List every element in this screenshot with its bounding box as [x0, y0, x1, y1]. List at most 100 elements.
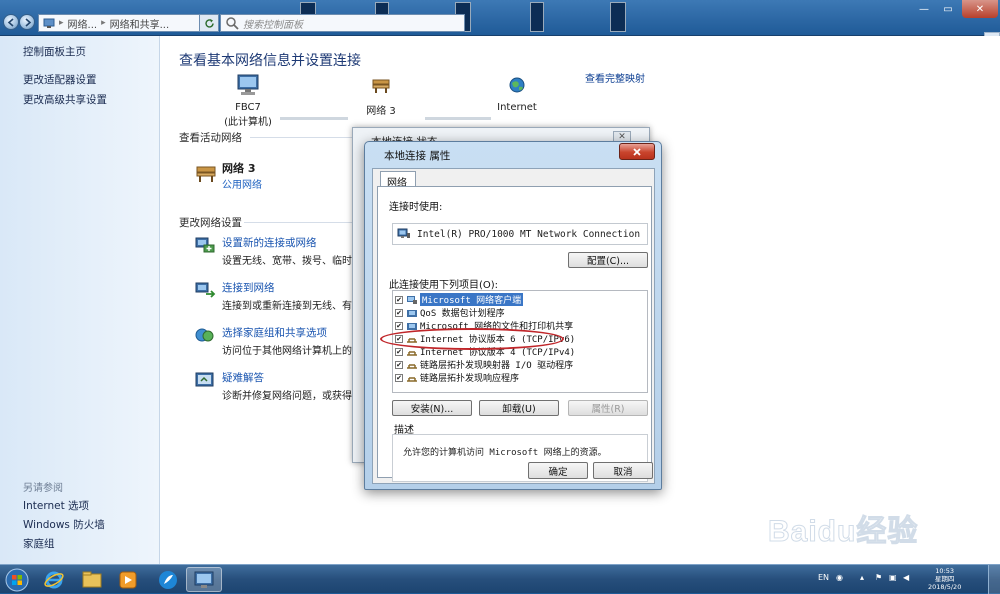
item-label: Microsoft 网络客户端 [420, 293, 524, 306]
uninstall-button[interactable]: 卸载(U) [479, 400, 559, 416]
taskbar-internet-explorer[interactable] [36, 567, 72, 592]
active-networks-heading: 查看活动网络 [179, 132, 242, 144]
item-checkbox[interactable]: ✔ [395, 295, 403, 304]
internet-options-link[interactable]: Internet 选项 [23, 498, 89, 513]
homegroup-sharing-link[interactable]: 选择家庭组和共享选项 [222, 325, 327, 340]
see-also-heading: 另请参阅 [23, 483, 63, 494]
taskbar: EN ◉ ▴ ⚑ ▣ ◀ 10:53 星期四 2018/5/20 [0, 564, 1000, 594]
list-item[interactable]: ✔ Microsoft 网络客户端 [395, 293, 645, 306]
ipv4-highlight-oval [380, 328, 564, 350]
map-node-internet[interactable]: Internet [477, 74, 557, 113]
change-adapter-settings-link[interactable]: 更改适配器设置 [23, 72, 97, 87]
back-arrow-icon [7, 18, 14, 27]
network-tray-icon[interactable]: ▣ [889, 573, 897, 582]
list-item[interactable]: ✔ 链路层拓扑发现响应程序 [395, 371, 645, 384]
setup-connection-link[interactable]: 设置新的连接或网络 [222, 235, 317, 250]
homegroup-link[interactable]: 家庭组 [23, 536, 55, 551]
forward-arrow-icon [25, 18, 32, 27]
tray-expand-icon[interactable]: ▴ [860, 573, 864, 582]
close-button[interactable]: ✕ [962, 0, 998, 18]
back-button[interactable] [3, 14, 19, 30]
maximize-icon: ▭ [943, 3, 953, 15]
internet-explorer-icon [44, 571, 64, 588]
breadcrumb-item[interactable]: 网络... [68, 16, 98, 31]
search-placeholder: 搜索控制面板 [243, 19, 303, 31]
ok-button[interactable]: 确定 [528, 462, 588, 479]
taskbar-app[interactable] [150, 567, 186, 592]
troubleshoot-link[interactable]: 疑难解答 [222, 370, 264, 385]
breadcrumb-separator: ▸ [59, 18, 64, 28]
control-panel-home-link[interactable]: 控制面板主页 [23, 44, 86, 59]
list-item[interactable]: ✔ QoS 数据包计划程序 [395, 306, 645, 319]
properties-button[interactable]: 属性(R) [568, 400, 648, 416]
clock[interactable]: 10:53 星期四 2018/5/20 [928, 567, 961, 591]
item-checkbox[interactable]: ✔ [395, 308, 403, 317]
tray-help-icon[interactable]: ◉ [836, 573, 843, 582]
map-node-name: FBC7 [235, 102, 261, 113]
globe-icon [509, 77, 525, 93]
breadcrumb-item[interactable]: 网络和共享... [110, 16, 170, 31]
task-description: 访问位于其他网络计算机上的文 [222, 346, 352, 357]
map-node-network[interactable]: 网络 3 [341, 74, 421, 117]
close-icon [633, 147, 641, 156]
network-location-link[interactable]: 公用网络 [222, 176, 262, 191]
cancel-button[interactable]: 取消 [593, 462, 653, 479]
section-divider [250, 137, 352, 138]
adapter-field: Intel(R) PRO/1000 MT Network Connection [392, 223, 648, 245]
breadcrumb[interactable]: ▸ 网络... ▸ 网络和共享... ▼ [38, 14, 218, 32]
item-label: 链路层拓扑发现响应程序 [420, 374, 520, 384]
item-checkbox[interactable]: ✔ [395, 360, 403, 369]
protocol-icon [407, 376, 417, 382]
feather-app-icon [159, 570, 177, 589]
task-description: 设置无线、宽带、拨号、临时或 [222, 256, 352, 267]
see-full-map-link[interactable]: 查看完整映射 [585, 70, 645, 85]
address-bar: ▸ 网络... ▸ 网络和共享... ▼ 搜索控制面板 — ▭ ✕ ? [0, 0, 1000, 52]
page-title: 查看基本网络信息并设置连接 [179, 53, 361, 69]
protocol-icon [407, 350, 417, 356]
left-navigation-pane: 控制面板主页 更改适配器设置 更改高级共享设置 另请参阅 Internet 选项… [0, 36, 160, 564]
map-link-line [280, 117, 348, 120]
list-item[interactable]: ✔ 链路层拓扑发现映射器 I/O 驱动程序 [395, 358, 645, 371]
network-service-icon [407, 309, 417, 317]
install-button[interactable]: 安装(N)... [392, 400, 472, 416]
active-network-name: 网络 3 [222, 162, 256, 175]
language-indicator[interactable]: EN [818, 573, 829, 582]
connect-to-network-link[interactable]: 连接到网络 [222, 280, 275, 295]
windows-firewall-link[interactable]: Windows 防火墙 [23, 517, 105, 532]
minimize-button[interactable]: — [912, 0, 936, 18]
show-desktop-button[interactable] [988, 565, 1000, 594]
configure-button[interactable]: 配置(C)... [568, 252, 648, 268]
taskbar-control-panel[interactable] [186, 567, 222, 592]
volume-icon[interactable]: ◀ [903, 573, 909, 582]
item-checkbox[interactable]: ✔ [395, 321, 403, 330]
taskbar-media-player[interactable] [110, 567, 146, 592]
description-text: 允许您的计算机访问 Microsoft 网络上的资源。 [403, 448, 607, 458]
computer-icon [237, 74, 259, 95]
protocol-icon [407, 363, 417, 369]
items-label: 此连接使用下列项目(O): [389, 280, 499, 291]
close-button[interactable] [619, 143, 655, 160]
maximize-button[interactable]: ▭ [936, 0, 960, 18]
refresh-icon [204, 18, 214, 28]
network-folder-icon [43, 18, 55, 28]
adapter-name: Intel(R) PRO/1000 MT Network Connection [417, 228, 641, 240]
breadcrumb-separator: ▸ [101, 18, 106, 28]
search-icon [226, 17, 239, 30]
start-button[interactable] [2, 567, 32, 592]
action-center-flag-icon[interactable]: ⚑ [875, 573, 882, 582]
item-checkbox[interactable]: ✔ [395, 373, 403, 382]
item-checkbox[interactable]: ✔ [395, 347, 403, 356]
dialog-title: 本地连接 属性 [384, 150, 451, 162]
clock-weekday: 星期四 [934, 575, 955, 583]
network-client-icon [407, 295, 417, 304]
search-box[interactable]: 搜索控制面板 [220, 14, 465, 32]
map-node-name: Internet [497, 102, 537, 113]
background-tile [610, 2, 626, 32]
tab-networking[interactable]: 网络 [380, 171, 416, 189]
change-advanced-sharing-link[interactable]: 更改高级共享设置 [23, 92, 107, 107]
forward-button[interactable] [19, 14, 35, 30]
taskbar-explorer[interactable] [74, 567, 110, 592]
new-connection-icon [195, 237, 215, 253]
refresh-button[interactable] [199, 14, 219, 32]
map-node-computer[interactable]: FBC7 (此计算机) [208, 74, 288, 128]
